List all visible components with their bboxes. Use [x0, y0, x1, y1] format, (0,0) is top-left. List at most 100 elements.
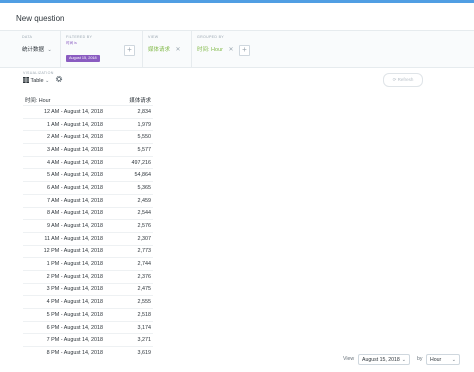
table-icon	[23, 77, 29, 83]
group-by-section-label: GROUPED BY	[197, 35, 224, 39]
cell-media-requests: 2,518	[105, 308, 153, 322]
table-row: 6 PM - August 14, 2018 3,174	[23, 320, 153, 334]
visualization-type: Table	[30, 78, 44, 84]
top-accent-bar	[0, 0, 474, 3]
page-title: New question	[16, 14, 65, 23]
view-metric-chip[interactable]: 媒体请求 ✕	[148, 46, 181, 54]
gear-icon[interactable]	[55, 75, 63, 83]
cell-time: 6 AM - August 14, 2018	[23, 181, 105, 195]
plus-icon: +	[242, 45, 247, 54]
filter-field-label: 时间 is	[66, 41, 77, 45]
cell-media-requests: 2,544	[105, 206, 153, 220]
cell-media-requests: 2,773	[105, 244, 153, 258]
refresh-label: Refresh	[397, 77, 414, 82]
group-by-value: 时间: Hour	[197, 47, 223, 53]
table-row: 12 PM - August 14, 2018 2,773	[23, 244, 153, 258]
column-header-media-requests[interactable]: 媒体请求	[105, 95, 153, 106]
visualization-label: VISUALIZATION	[23, 71, 54, 75]
cell-time: 12 AM - August 14, 2018	[23, 105, 105, 119]
chevron-down-icon: ⌄	[45, 78, 50, 84]
cell-media-requests: 3,271	[105, 333, 153, 347]
cell-media-requests: 3,174	[105, 320, 153, 334]
table-row: 6 AM - August 14, 2018 5,365	[23, 181, 153, 195]
cell-media-requests: 5,550	[105, 130, 153, 144]
results-table: 时间: Hour 媒体请求 12 AM - August 14, 2018 2,8…	[23, 95, 153, 359]
cell-media-requests: 2,376	[105, 269, 153, 284]
table-header-row: 时间: Hour 媒体请求	[23, 95, 153, 106]
cell-media-requests: 2,834	[105, 105, 153, 119]
data-section: DATA	[22, 35, 32, 40]
cell-time: 9 AM - August 14, 2018	[23, 219, 105, 233]
table-row: 4 AM - August 14, 2018 497,216	[23, 155, 153, 169]
view-section-label: VIEW	[148, 35, 159, 39]
divider	[60, 31, 61, 67]
refresh-button[interactable]: ⟳ Refresh	[383, 73, 423, 87]
unit-select-value: Hour	[430, 357, 442, 363]
add-group-button[interactable]: +	[239, 45, 250, 56]
cell-media-requests: 1,979	[105, 117, 153, 131]
data-source-value: 统计数据	[22, 47, 45, 53]
table-row: 2 AM - August 14, 2018 5,550	[23, 130, 153, 144]
cell-time: 5 PM - August 14, 2018	[23, 308, 105, 322]
filter-section: FILTERED BY	[66, 35, 92, 40]
table-row: 7 AM - August 14, 2018 2,459	[23, 193, 153, 207]
group-by-chip[interactable]: 时间: Hour ✕	[197, 46, 234, 54]
divider	[191, 31, 192, 67]
cell-media-requests: 3,619	[105, 346, 153, 359]
plus-icon: +	[127, 45, 132, 54]
cell-media-requests: 497,216	[105, 155, 153, 169]
divider	[142, 31, 143, 67]
filter-value-pill: August 15, 2018	[66, 55, 100, 62]
column-header-time[interactable]: 时间: Hour	[23, 95, 105, 106]
cell-time: 3 AM - August 14, 2018	[23, 143, 105, 157]
close-icon[interactable]: ✕	[229, 47, 234, 53]
cell-media-requests: 2,744	[105, 257, 153, 271]
visualization-selector[interactable]: Table ⌄	[23, 77, 49, 84]
table-row: 2 PM - August 14, 2018 2,376	[23, 269, 153, 284]
cell-time: 11 AM - August 14, 2018	[23, 231, 105, 246]
cell-time: 1 PM - August 14, 2018	[23, 257, 105, 271]
cell-time: 6 PM - August 14, 2018	[23, 320, 105, 334]
cell-media-requests: 2,555	[105, 295, 153, 309]
view-metric-value: 媒体请求	[148, 47, 171, 53]
cell-media-requests: 54,864	[105, 168, 153, 182]
table-row: 3 PM - August 14, 2018 2,475	[23, 282, 153, 296]
view-section: VIEW	[148, 35, 158, 40]
cell-media-requests: 5,365	[105, 181, 153, 195]
chevron-down-icon: ⌄	[451, 357, 456, 363]
refresh-icon: ⟳	[392, 77, 397, 82]
table-row: 12 AM - August 14, 2018 2,834	[23, 105, 153, 119]
table-row: 8 PM - August 14, 2018 3,619	[23, 346, 153, 359]
cell-media-requests: 2,475	[105, 282, 153, 296]
cell-media-requests: 2,307	[105, 231, 153, 246]
add-filter-button[interactable]: +	[124, 45, 135, 56]
table-row: 5 PM - August 14, 2018 2,518	[23, 308, 153, 322]
cell-time: 8 AM - August 14, 2018	[23, 206, 105, 220]
table-row: 8 AM - August 14, 2018 2,544	[23, 206, 153, 220]
table-row: 11 AM - August 14, 2018 2,307	[23, 231, 153, 246]
query-builder-bar: DATA 统计数据 ⌄ FILTERED BY 时间 is August 15,…	[0, 30, 474, 68]
filter-chip[interactable]: 时间 is August 15, 2018	[66, 41, 100, 64]
chevron-down-icon: ⌄	[401, 357, 406, 363]
by-label: by	[417, 356, 423, 362]
cell-media-requests: 5,577	[105, 143, 153, 157]
cell-media-requests: 2,576	[105, 219, 153, 233]
table-row: 9 AM - August 14, 2018 2,576	[23, 219, 153, 233]
date-select[interactable]: August 15, 2018 ⌄	[358, 354, 410, 365]
filter-section-label: FILTERED BY	[66, 35, 93, 39]
cell-time: 7 AM - August 14, 2018	[23, 193, 105, 207]
table-body: 12 AM - August 14, 2018 2,834 1 AM - Augus…	[23, 105, 153, 359]
close-icon[interactable]: ✕	[176, 47, 181, 53]
cell-media-requests: 2,459	[105, 193, 153, 207]
table-row: 7 PM - August 14, 2018 3,271	[23, 333, 153, 347]
table-row: 1 PM - August 14, 2018 2,744	[23, 257, 153, 271]
table-row: 5 AM - August 14, 2018 54,864	[23, 168, 153, 182]
data-source-selector[interactable]: 统计数据 ⌄	[22, 46, 52, 54]
view-label: View	[343, 356, 355, 362]
cell-time: 5 AM - August 14, 2018	[23, 168, 105, 182]
cell-time: 12 PM - August 14, 2018	[23, 244, 105, 258]
unit-select[interactable]: Hour ⌄	[426, 354, 460, 365]
cell-time: 8 PM - August 14, 2018	[23, 346, 105, 359]
date-select-value: August 15, 2018	[362, 357, 400, 363]
data-section-label: DATA	[22, 35, 33, 39]
